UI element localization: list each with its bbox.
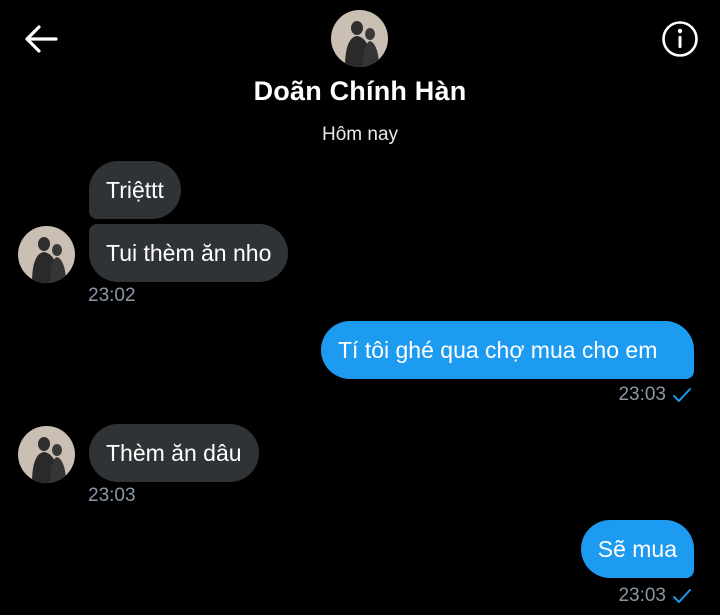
incoming-message-bubble[interactable]: Tui thèm ăn nho	[89, 224, 289, 282]
contact-avatar[interactable]	[331, 10, 388, 67]
sender-avatar[interactable]	[18, 226, 75, 283]
info-circle-icon	[662, 21, 698, 57]
message-text: Sẽ mua	[597, 535, 677, 562]
message-timestamp: 23:03	[618, 585, 666, 606]
sender-avatar[interactable]	[18, 426, 75, 483]
arrow-left-icon	[25, 25, 58, 53]
incoming-message-bubble[interactable]: Triệttt	[89, 161, 181, 219]
message-text: Tí tôi ghé qua chợ mua cho em	[338, 336, 658, 363]
incoming-message-bubble[interactable]: Thèm ăn dâu	[89, 424, 259, 482]
contact-name: Doãn Chính Hàn	[253, 76, 467, 106]
outgoing-message-bubble[interactable]: Sẽ mua	[580, 520, 694, 578]
message-meta: 23:03	[618, 384, 692, 406]
date-separator: Hôm nay	[321, 124, 399, 145]
back-button[interactable]	[20, 20, 62, 60]
message-text: Thèm ăn dâu	[106, 439, 242, 466]
check-icon	[673, 589, 691, 603]
message-timestamp: 23:03	[88, 485, 136, 506]
message-meta: 23:03	[618, 585, 692, 607]
check-icon	[673, 388, 691, 402]
message-timestamp: 23:03	[618, 384, 666, 405]
message-text: Tui thèm ăn nho	[106, 239, 272, 266]
message-timestamp: 23:02	[88, 285, 136, 306]
outgoing-message-bubble[interactable]: Tí tôi ghé qua chợ mua cho em	[321, 321, 694, 379]
message-text: Triệttt	[106, 176, 164, 203]
info-button[interactable]	[660, 19, 700, 59]
